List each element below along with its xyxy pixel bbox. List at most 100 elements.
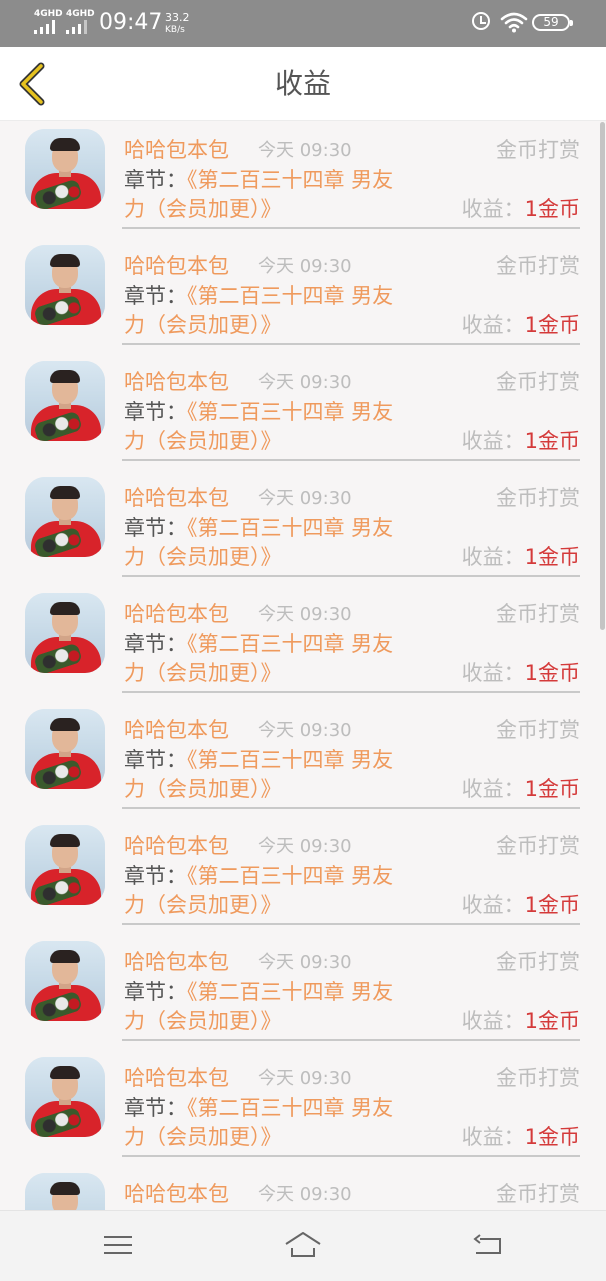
income-list[interactable]: 哈哈包本包 今天 09:30 金币打赏 章节：《第二百三十四章 男友 力（会员加更）》收… bbox=[0, 121, 606, 1210]
income-label: 收益： bbox=[461, 197, 525, 221]
chapter-title-line2[interactable]: 力（会员加更）》 bbox=[124, 197, 282, 221]
divider bbox=[122, 923, 580, 925]
menu-icon[interactable] bbox=[98, 1227, 138, 1263]
avatar[interactable] bbox=[25, 129, 105, 209]
record-time: 今天 09:30 bbox=[258, 604, 352, 625]
income-value: 1金币 bbox=[524, 893, 580, 917]
record-time: 今天 09:30 bbox=[258, 488, 352, 509]
chapter-label: 章节： bbox=[124, 516, 187, 540]
chapter-info: 章节：《第二百三十四章 男友 力（会员加更）》 bbox=[124, 282, 444, 340]
income-info: 收益：1金币 bbox=[462, 543, 580, 572]
income-value: 1金币 bbox=[524, 429, 580, 453]
avatar[interactable] bbox=[25, 1057, 105, 1137]
income-record[interactable]: 哈哈包本包今天 09:30金币打赏章节：《第二百三十四章 男友力（会员加更）》收… bbox=[0, 469, 606, 585]
chapter-title-line1[interactable]: 《第二百三十四章 男友 bbox=[187, 748, 393, 772]
chapter-info: 章节：《第二百三十四章 男友 力（会员加更）》 bbox=[124, 398, 444, 456]
income-value: 1金币 bbox=[524, 545, 580, 569]
avatar[interactable] bbox=[25, 825, 105, 905]
divider bbox=[122, 807, 580, 809]
income-record[interactable]: 哈哈包本包今天 09:30金币打赏章节：《第二百三十四章 男友力（会员加更）》收… bbox=[0, 701, 606, 817]
user-name[interactable]: 哈哈包本包 bbox=[124, 599, 229, 629]
income-record[interactable]: 哈哈包本包今天 09:30金币打赏章节：《第二百三十四章 男友力（会员加更）》收… bbox=[0, 353, 606, 469]
user-name[interactable]: 哈哈包本包 bbox=[124, 135, 229, 165]
chapter-info: 章节：《第二百三十四章 男友 力（会员加更）》 bbox=[124, 166, 444, 224]
chapter-title-line1[interactable]: 《第二百三十四章 男友 bbox=[187, 980, 393, 1004]
user-name[interactable]: 哈哈包本包 bbox=[124, 715, 229, 745]
user-name[interactable]: 哈哈包本包 bbox=[124, 367, 229, 397]
chapter-title-line2[interactable]: 力（会员加更）》 bbox=[124, 545, 282, 569]
chapter-title-line2[interactable]: 力（会员加更）》 bbox=[124, 1009, 282, 1033]
record-type: 金币打赏 bbox=[496, 254, 580, 278]
chapter-info: 章节：《第二百三十四章 男友力（会员加更）》 bbox=[124, 630, 444, 688]
chapter-title-line1[interactable]: 《第二百三十四章 男友 bbox=[187, 1096, 393, 1120]
home-icon[interactable] bbox=[283, 1227, 323, 1263]
chapter-label: 章节： bbox=[124, 864, 187, 888]
divider bbox=[122, 1039, 580, 1041]
user-name[interactable]: 哈哈包本包 bbox=[124, 1179, 229, 1209]
avatar[interactable] bbox=[25, 245, 105, 325]
chapter-title-line2[interactable]: 力（会员加更）》 bbox=[124, 1125, 282, 1149]
income-info: 收益：1金币 bbox=[462, 195, 580, 224]
chapter-title-line1[interactable]: 《第二百三十四章 男友 bbox=[187, 168, 393, 192]
record-time: 今天 09:30 bbox=[258, 1184, 352, 1205]
income-record[interactable]: 哈哈包本包今天 09:30金币打赏章节：《第二百三十四章 男友力（会员加更）》收… bbox=[0, 585, 606, 701]
system-back-icon[interactable] bbox=[468, 1227, 508, 1263]
chapter-title-line2[interactable]: 力（会员加更）》 bbox=[124, 777, 282, 801]
income-record[interactable]: 哈哈包本包今天 09:30金币打赏章节：《第二百三十四章 男友力（会员加更）》收… bbox=[0, 817, 606, 933]
income-record[interactable]: 哈哈包本包今天 09:30金币打赏章节：《第二百三十四章 男友力（会员加更）》收… bbox=[0, 121, 606, 237]
scrollbar[interactable] bbox=[600, 122, 605, 630]
income-record[interactable]: 哈哈包本包今天 09:30金币打赏章节：《第二百三十四章 男友力（会员加更）》收… bbox=[0, 237, 606, 353]
network-speed-value: 33.2 bbox=[165, 11, 190, 24]
income-value: 1金币 bbox=[524, 777, 580, 801]
chapter-title-line1[interactable]: 《第二百三十四章 男友 bbox=[187, 632, 393, 656]
avatar[interactable] bbox=[25, 477, 105, 557]
chapter-title-line2[interactable]: 力（会员加更）》 bbox=[124, 893, 282, 917]
chapter-title-line1[interactable]: 《第二百三十四章 男友 bbox=[187, 864, 393, 888]
income-record[interactable]: 哈哈包本包今天 09:30金币打赏章节：《第二百三十四章 男友力（会员加更）》收… bbox=[0, 1049, 606, 1165]
avatar[interactable] bbox=[25, 361, 105, 441]
network-speed-unit: KB/s bbox=[165, 25, 185, 35]
record-type: 金币打赏 bbox=[496, 370, 580, 394]
avatar[interactable] bbox=[25, 709, 105, 789]
avatar[interactable] bbox=[25, 941, 105, 1021]
income-record[interactable]: 哈哈包本包今天 09:30金币打赏章节：《第二百三十四章 男友力（会员加更）》收… bbox=[0, 1165, 606, 1210]
user-name[interactable]: 哈哈包本包 bbox=[124, 483, 229, 513]
chapter-title-line2[interactable]: 力（会员加更）》 bbox=[124, 313, 282, 337]
income-value: 1金币 bbox=[524, 1009, 580, 1033]
record-type: 金币打赏 bbox=[496, 138, 580, 162]
income-info: 收益：1金币 bbox=[462, 775, 580, 804]
network-type-1: 4GHD bbox=[34, 9, 63, 19]
income-label: 收益： bbox=[461, 661, 525, 685]
income-info: 收益：1金币 bbox=[462, 311, 580, 340]
divider bbox=[122, 691, 580, 693]
income-info: 收益：1金币 bbox=[462, 1007, 580, 1036]
chapter-label: 章节： bbox=[124, 632, 187, 656]
record-type: 金币打赏 bbox=[496, 834, 580, 858]
chapter-title-line2[interactable]: 力（会员加更）》 bbox=[124, 429, 282, 453]
chapter-title-line1[interactable]: 《第二百三十四章 男友 bbox=[187, 400, 393, 424]
status-bar: 4GHD 4GHD 09:47 33.2 KB/s 59 bbox=[0, 0, 606, 47]
chapter-label: 章节： bbox=[124, 1096, 187, 1120]
user-name[interactable]: 哈哈包本包 bbox=[124, 251, 229, 281]
chapter-title-line1[interactable]: 《第二百三十四章 男友 bbox=[187, 284, 393, 308]
user-name[interactable]: 哈哈包本包 bbox=[124, 1063, 229, 1093]
top-bar: 收益 bbox=[0, 47, 606, 121]
chapter-info: 章节：《第二百三十四章 男友 力（会员加更）》 bbox=[124, 746, 444, 804]
income-label: 收益： bbox=[461, 1009, 525, 1033]
wifi-icon bbox=[500, 12, 528, 33]
avatar[interactable] bbox=[25, 593, 105, 673]
income-value: 1金币 bbox=[524, 1125, 580, 1149]
user-name[interactable]: 哈哈包本包 bbox=[124, 831, 229, 861]
income-record[interactable]: 哈哈包本包今天 09:30金币打赏章节：《第二百三十四章 男友力（会员加更）》收… bbox=[0, 933, 606, 1049]
chapter-title-line2[interactable]: 力（会员加更）》 bbox=[124, 661, 282, 685]
network-type-2: 4GHD bbox=[66, 9, 95, 19]
record-type: 金币打赏 bbox=[496, 602, 580, 626]
record-time: 今天 09:30 bbox=[258, 1068, 352, 1089]
user-name[interactable]: 哈哈包本包 bbox=[124, 947, 229, 977]
record-type: 金币打赏 bbox=[496, 1066, 580, 1090]
system-nav-bar bbox=[0, 1210, 606, 1281]
divider bbox=[122, 459, 580, 461]
chapter-title-line1[interactable]: 《第二百三十四章 男友 bbox=[187, 516, 393, 540]
chapter-info: 章节：《第二百三十四章 男友力（会员加更）》 bbox=[124, 1094, 444, 1152]
avatar[interactable] bbox=[25, 1173, 105, 1210]
